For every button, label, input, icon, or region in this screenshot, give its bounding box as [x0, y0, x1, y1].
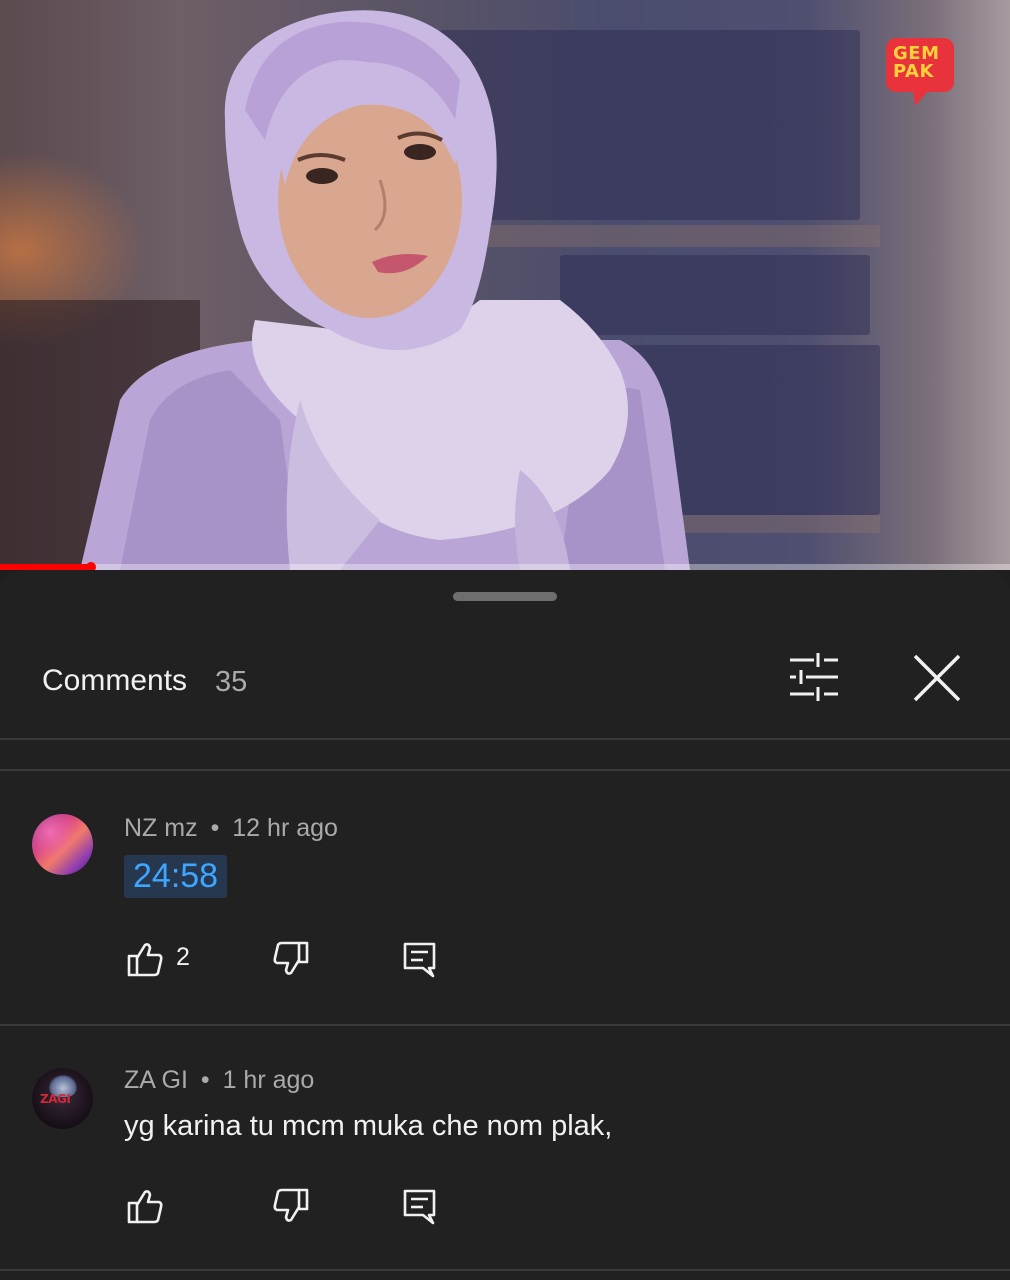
timestamp-link[interactable]: 24:58 — [124, 855, 228, 898]
comment-author[interactable]: NZ mz — [124, 814, 198, 842]
thumbs-up-icon[interactable] — [126, 1187, 164, 1225]
comment-actions — [0, 1187, 1010, 1231]
thumbs-up-icon[interactable] — [126, 940, 164, 978]
progress-scrubber[interactable] — [86, 562, 96, 570]
comment-actions: 2 — [0, 940, 1010, 984]
like-count: 2 — [176, 943, 190, 971]
comment-text: yg karina tu mcm muka che nom plak, — [124, 1110, 613, 1142]
comments-count: 35 — [215, 666, 248, 698]
comment-item: ZAGI ZA GI • 1 hr ago yg karina tu mcm m… — [0, 1026, 1010, 1276]
video-player[interactable]: GEM PAK — [0, 0, 1010, 570]
comment-author[interactable]: ZA GI — [124, 1066, 188, 1094]
comments-title: Comments — [42, 664, 188, 697]
comments-header: Comments 35 — [0, 638, 1010, 738]
comment-meta: NZ mz • 12 hr ago — [124, 814, 338, 843]
comment-meta: ZA GI • 1 hr ago — [124, 1066, 314, 1095]
reply-icon[interactable] — [401, 940, 439, 978]
comments-sheet: Comments 35 NZ mz • 12 hr ago 24:58 2 ZA… — [0, 570, 1010, 1280]
reply-icon[interactable] — [401, 1187, 439, 1225]
avatar-text: ZAGI — [40, 1092, 71, 1106]
meta-separator: • — [210, 814, 220, 842]
comment-item: NZ mz • 12 hr ago 24:58 2 — [0, 770, 1010, 1024]
comment-time: 12 hr ago — [232, 814, 338, 842]
comment-time: 1 hr ago — [222, 1066, 315, 1094]
avatar[interactable]: ZAGI — [32, 1068, 93, 1129]
avatar[interactable] — [32, 814, 93, 875]
divider — [0, 1269, 1010, 1271]
drag-handle[interactable] — [453, 592, 557, 601]
logo-text-bottom: PAK — [893, 61, 934, 82]
video-frame-person — [80, 10, 690, 570]
channel-logo: GEM PAK — [886, 38, 954, 92]
thumbs-down-icon[interactable] — [272, 940, 310, 978]
meta-separator: • — [200, 1066, 210, 1094]
close-icon[interactable] — [908, 652, 966, 704]
thumbs-down-icon[interactable] — [272, 1187, 310, 1225]
sliders-icon[interactable] — [784, 652, 844, 702]
divider — [0, 738, 1010, 740]
